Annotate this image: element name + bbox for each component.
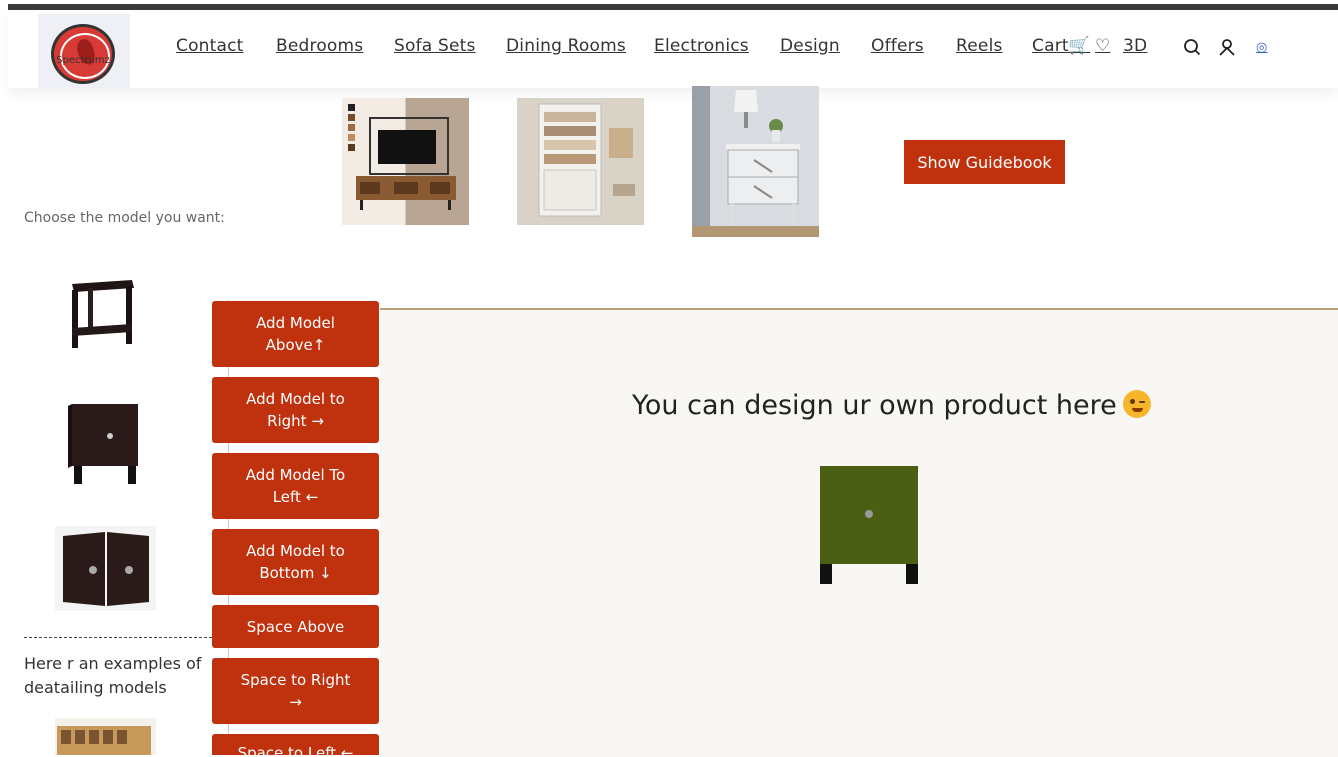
add-model-bottom-button[interactable]: Add Model to Bottom ↓	[212, 529, 379, 595]
nav-offers[interactable]: Offers	[871, 36, 924, 56]
nav-bedrooms[interactable]: Bedrooms	[276, 36, 363, 56]
example-model-thumbnail[interactable]	[55, 718, 156, 755]
nightstand-thumbnail[interactable]	[692, 86, 819, 237]
space-right-button[interactable]: Space to Right →	[212, 658, 379, 724]
show-guidebook-button[interactable]: Show Guidebook	[904, 140, 1065, 184]
account-link[interactable]: ◎	[1256, 40, 1268, 55]
nav-reels[interactable]: Reels	[956, 36, 1003, 56]
add-model-above-button[interactable]: Add Model Above↑	[212, 301, 379, 367]
add-model-right-button[interactable]: Add Model to Right →	[212, 377, 379, 443]
nav-design[interactable]: Design	[780, 36, 840, 56]
side-table-model[interactable]	[66, 278, 138, 350]
space-left-button[interactable]: Space to Left ←	[212, 734, 379, 755]
site-header: Spectrumz Contact Bedrooms Sofa Sets Din…	[8, 10, 1338, 90]
nav-electronics[interactable]: Electronics	[654, 36, 749, 56]
nav-sofa-sets[interactable]: Sofa Sets	[394, 36, 476, 56]
nav-dining-rooms[interactable]: Dining Rooms	[506, 36, 626, 56]
nav-cart[interactable]: Cart🛒	[1032, 36, 1090, 56]
section-divider	[24, 637, 212, 638]
design-title: You can design ur own product here	[632, 390, 1151, 421]
winking-face-icon	[1122, 390, 1151, 418]
nav-wishlist[interactable]: ♡	[1095, 36, 1110, 56]
nav-3d[interactable]: 3D	[1123, 36, 1147, 56]
nav-contact[interactable]: Contact	[176, 36, 244, 56]
choose-model-label: Choose the model you want:	[24, 210, 225, 226]
examples-label: Here r an examples of deatailing models	[24, 654, 202, 697]
single-door-cabinet-model[interactable]	[66, 402, 140, 486]
shoe-cabinet-thumbnail[interactable]	[517, 98, 644, 225]
logo-text: Spectrumz	[56, 55, 110, 66]
designed-cabinet[interactable]	[820, 466, 918, 584]
tv-stand-thumbnail[interactable]	[342, 98, 469, 225]
space-above-button[interactable]: Space Above	[212, 605, 379, 648]
search-icon[interactable]	[1183, 38, 1201, 60]
double-door-cabinet-model[interactable]	[55, 526, 156, 611]
add-model-left-button[interactable]: Add Model To Left ←	[212, 453, 379, 519]
user-icon[interactable]	[1218, 38, 1236, 60]
logo-link[interactable]: Spectrumz	[38, 14, 130, 90]
logo: Spectrumz	[51, 24, 115, 84]
